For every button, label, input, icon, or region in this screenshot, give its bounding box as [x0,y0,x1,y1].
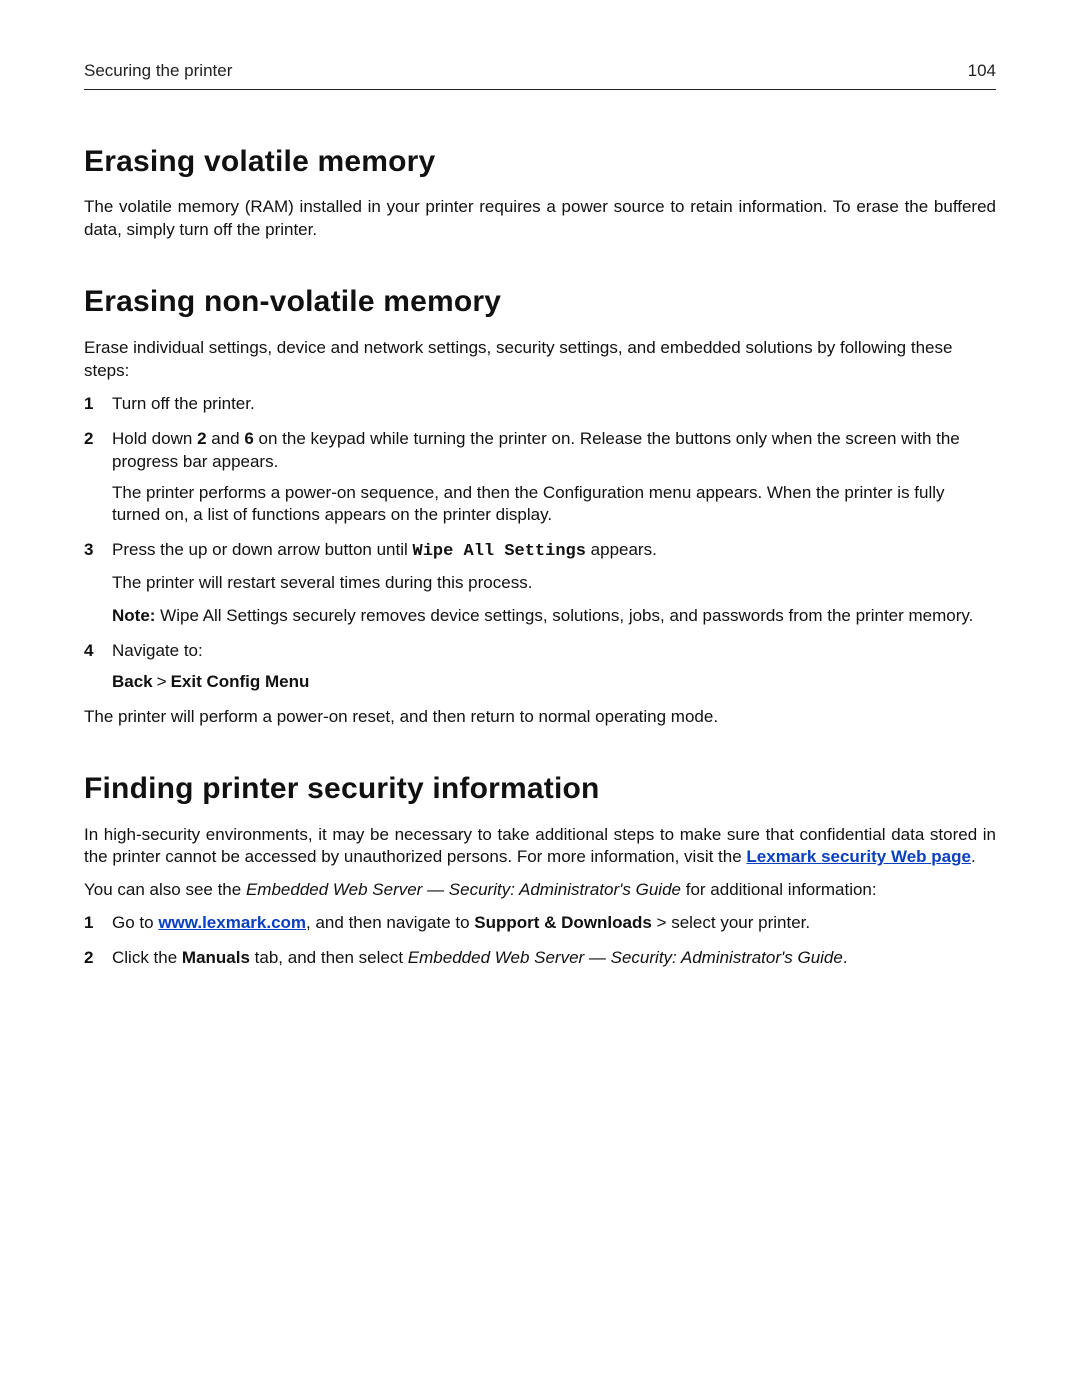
step-text: Hold down 2 and 6 on the keypad while tu… [112,429,960,471]
text-run: Click the [112,948,182,967]
text-run: Go to [112,913,158,932]
step-number: 1 [84,912,93,935]
note-body: Wipe All Settings securely removes devic… [155,606,973,625]
heading-finding-security-info: Finding printer security information [84,769,996,810]
doc-title-italic: Embedded Web Server — Security: Administ… [408,948,843,967]
step-text: Click the Manuals tab, and then select E… [112,948,848,967]
step-number: 2 [84,947,93,970]
step-item: 4 Navigate to: Back>Exit Config Menu [84,640,996,694]
step-item: 3 Press the up or down arrow button unti… [84,539,996,628]
bold-manuals: Manuals [182,948,250,967]
step-number: 2 [84,428,93,451]
step-number: 4 [84,640,93,663]
page: Securing the printer 104 Erasing volatil… [0,0,1080,970]
text-run: for additional information: [681,880,877,899]
nav-path: Back>Exit Config Menu [112,671,996,694]
doc-title-italic: Embedded Web Server — Security: Administ… [246,880,681,899]
step-text: Navigate to: [112,641,203,660]
link-lexmark-com[interactable]: www.lexmark.com [158,913,306,932]
step-number: 3 [84,539,93,562]
step-text: Press the up or down arrow button until … [112,540,657,559]
key-2: 2 [197,429,206,448]
ordered-steps: 1 Go to www.lexmark.com, and then naviga… [84,912,996,970]
text-run: > select your printer. [652,913,810,932]
note: Note: Wipe All Settings securely removes… [112,605,996,628]
text-run: , and then navigate to [306,913,474,932]
step-item: 1 Go to www.lexmark.com, and then naviga… [84,912,996,935]
running-title: Securing the printer [84,60,232,83]
step-subtext: The printer will restart several times d… [112,572,996,595]
step-item: 2 Click the Manuals tab, and then select… [84,947,996,970]
path-separator: > [153,672,171,691]
path-back: Back [112,672,153,691]
page-number: 104 [968,60,996,83]
link-lexmark-security[interactable]: Lexmark security Web page [746,847,971,866]
paragraph: The printer will perform a power‑on rese… [84,706,996,729]
paragraph: In high‑security environments, it may be… [84,824,996,870]
key-6: 6 [244,429,253,448]
heading-erasing-nonvolatile: Erasing non‑volatile memory [84,282,996,323]
text-run: . [971,847,976,866]
step-subtext: The printer performs a power‑on sequence… [112,482,996,528]
mono-wipe-all-settings: Wipe All Settings [413,542,586,561]
step-item: 2 Hold down 2 and 6 on the keypad while … [84,428,996,528]
text-run: appears. [586,540,657,559]
step-item: 1 Turn off the printer. [84,393,996,416]
text-run: Hold down [112,429,197,448]
ordered-steps: 1 Turn off the printer. 2 Hold down 2 an… [84,393,996,694]
heading-erasing-volatile: Erasing volatile memory [84,142,996,183]
text-run: Press the up or down arrow button until [112,540,413,559]
bold-support-downloads: Support & Downloads [474,913,652,932]
paragraph: Erase individual settings, device and ne… [84,337,996,383]
running-header: Securing the printer 104 [84,60,996,90]
note-label: Note: [112,606,155,625]
text-run: tab, and then select [250,948,408,967]
step-number: 1 [84,393,93,416]
step-text: Turn off the printer. [112,394,255,413]
paragraph: You can also see the Embedded Web Server… [84,879,996,902]
text-run: . [843,948,848,967]
paragraph: The volatile memory (RAM) installed in y… [84,196,996,242]
text-run: You can also see the [84,880,246,899]
step-text: Go to www.lexmark.com, and then navigate… [112,913,810,932]
text-run: and [207,429,245,448]
path-exit-config: Exit Config Menu [171,672,310,691]
